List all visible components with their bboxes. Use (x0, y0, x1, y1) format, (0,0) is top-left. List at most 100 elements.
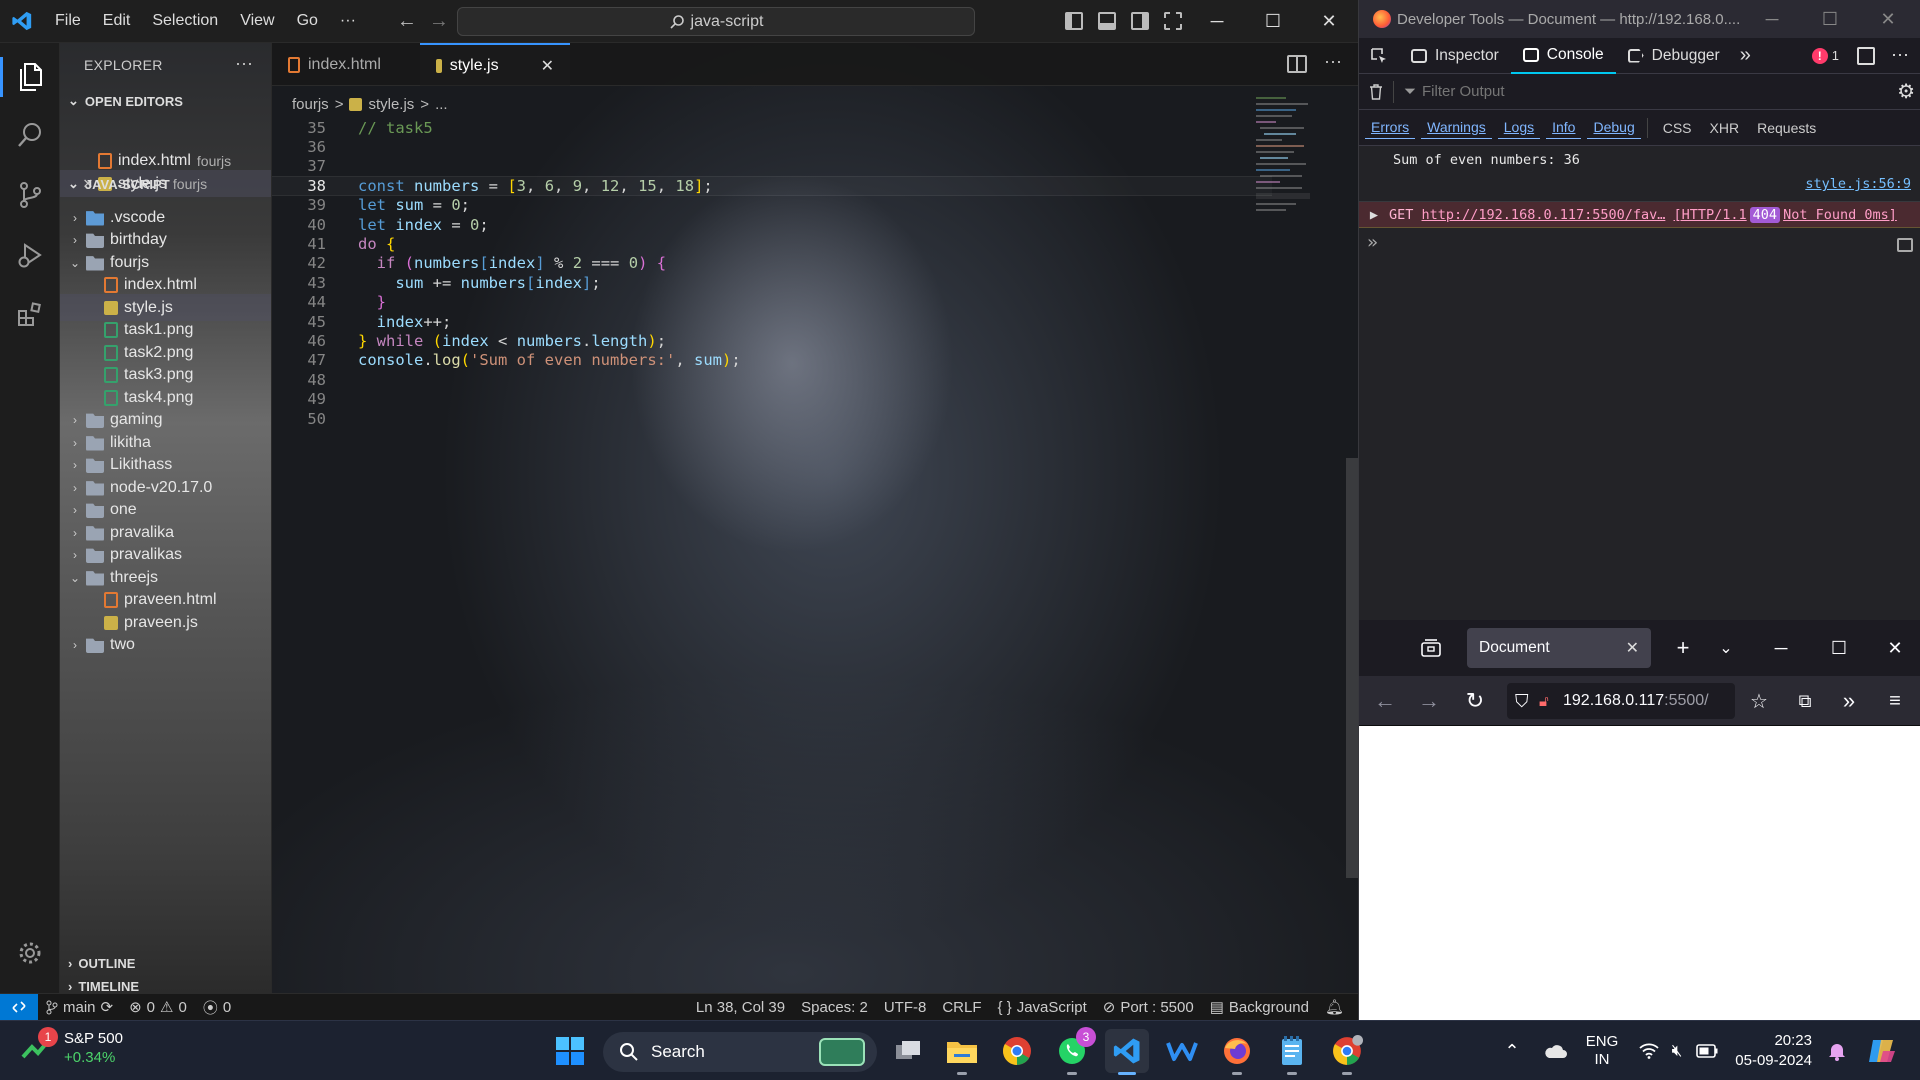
list-all-tabs-chevron-icon[interactable]: ⌄ (1706, 628, 1746, 668)
language-mode[interactable]: { } JavaScript (990, 999, 1095, 1016)
back-arrow-icon[interactable]: ← (391, 10, 423, 33)
tab-index-html[interactable]: index.html (272, 43, 420, 86)
console-error-message[interactable]: ▶ GET http://192.168.0.117:5500/fav… [HT… (1359, 202, 1920, 228)
expand-triangle-icon[interactable]: ▶ (1359, 207, 1389, 223)
chevron-right-icon[interactable]: › (68, 413, 82, 427)
start-button[interactable] (548, 1029, 592, 1073)
ports-indicator[interactable]: ⦿ 0 (195, 997, 239, 1018)
devtools-close-button[interactable]: ✕ (1859, 0, 1917, 38)
devtools-menu-button[interactable]: ⋯ (1891, 45, 1909, 66)
copilot-icon[interactable] (1862, 1021, 1902, 1080)
firefox-minimize-button[interactable]: ─ (1761, 628, 1801, 668)
extensions-icon[interactable] (0, 287, 60, 343)
breadcrumb-file[interactable]: style.js (368, 96, 414, 113)
reload-icon[interactable]: ↻ (1455, 681, 1495, 721)
forward-arrow-icon[interactable]: → (423, 10, 455, 33)
minimize-button[interactable]: ─ (1188, 0, 1246, 43)
command-center-search[interactable]: java-script (457, 7, 975, 36)
problems-indicator[interactable]: ⊗ 0 ⚠ 0 (121, 998, 195, 1017)
clock[interactable]: 20:23 05-09-2024 (1732, 1021, 1812, 1080)
volume-muted-icon[interactable]: 🔇︎ (1664, 1021, 1690, 1080)
remote-indicator-icon[interactable] (0, 993, 38, 1020)
chevron-right-icon[interactable]: › (68, 526, 82, 540)
devtools-maximize-button[interactable]: ☐ (1801, 0, 1859, 38)
taskbar-search-box[interactable]: Search (603, 1032, 877, 1072)
tracking-shield-icon[interactable]: ⛉ (1515, 691, 1529, 712)
code-line[interactable]: 42 if (numbers[index] % 2 === 0) { (272, 254, 1272, 273)
filter-logs[interactable]: Logs (1497, 116, 1541, 139)
code-line[interactable]: 36 (272, 137, 1272, 156)
browser-tab-document[interactable]: Document ✕ (1467, 628, 1651, 668)
notifications-bell-icon[interactable]: 🔔︎ (1317, 998, 1358, 1016)
back-arrow-icon[interactable]: ← (1365, 681, 1405, 721)
filter-output-input[interactable] (1422, 83, 1723, 100)
chrome-profile-icon[interactable] (1325, 1029, 1369, 1075)
bookmark-star-icon[interactable]: ☆ (1739, 681, 1779, 721)
chevron-down-icon[interactable]: ⌄ (68, 571, 82, 585)
more-tools-chevron-icon[interactable]: » (1829, 681, 1869, 721)
explorer-icon[interactable] (0, 49, 60, 105)
settings-gear-icon[interactable] (0, 925, 60, 981)
devtools-minimize-button[interactable]: ─ (1743, 0, 1801, 38)
filter-xhr[interactable]: XHR (1701, 117, 1749, 139)
more-tools-chevron-icon[interactable]: » (1732, 44, 1759, 67)
minimap[interactable] (1256, 93, 1318, 253)
hamburger-menu-icon[interactable]: ≡ (1875, 681, 1915, 721)
run-debug-icon[interactable] (0, 227, 60, 283)
chevron-right-icon[interactable]: › (68, 211, 82, 225)
battery-icon[interactable] (1694, 1021, 1720, 1080)
code-line[interactable]: 40 let index = 0; (272, 215, 1272, 234)
code-line[interactable]: 43 sum += numbers[index]; (272, 273, 1272, 292)
menu-more-button[interactable]: ··· (329, 0, 367, 43)
clear-console-trash-icon[interactable] (1359, 83, 1393, 100)
notepad-icon[interactable] (1270, 1029, 1314, 1075)
toggle-secondary-sidebar-icon[interactable] (1131, 12, 1149, 30)
chevron-down-icon[interactable]: ⌄ (68, 256, 82, 270)
firefox-close-button[interactable]: ✕ (1875, 628, 1915, 668)
code-line[interactable]: 44 } (272, 293, 1272, 312)
split-editor-icon[interactable] (1287, 55, 1307, 73)
close-tab-icon[interactable]: ✕ (1626, 638, 1639, 658)
background-extension[interactable]: ▤ Background (1202, 998, 1317, 1017)
dock-side-icon[interactable] (1857, 46, 1875, 65)
menu-edit[interactable]: Edit (92, 0, 142, 43)
code-line[interactable]: 50 (272, 409, 1272, 428)
customize-layout-icon[interactable] (1164, 12, 1182, 30)
menu-view[interactable]: View (229, 0, 285, 43)
code-line[interactable]: 41 do { (272, 234, 1272, 253)
tab-debugger[interactable]: Debugger (1616, 38, 1732, 74)
line-ending[interactable]: CRLF (934, 999, 989, 1016)
file-explorer-icon[interactable] (940, 1029, 984, 1075)
maximize-button[interactable]: ☐ (1244, 0, 1302, 43)
code-line[interactable]: 39 let sum = 0; (272, 196, 1272, 215)
error-count-badge[interactable]: ! 1 (1811, 47, 1839, 64)
code-line[interactable]: 49 (272, 390, 1272, 409)
extensions-puzzle-icon[interactable]: ⧉ (1785, 681, 1825, 721)
menu-file[interactable]: File (44, 0, 92, 43)
close-window-button[interactable]: ✕ (1300, 0, 1358, 43)
tab-console[interactable]: Console (1510, 38, 1616, 74)
explorer-more-actions-button[interactable]: ··· (235, 53, 253, 74)
element-picker-icon[interactable] (1359, 47, 1399, 65)
wifi-icon[interactable] (1636, 1021, 1662, 1080)
tab-style-js[interactable]: style.js ✕ (420, 43, 570, 86)
show-hidden-icons-chevron-icon[interactable]: ⌃ (1500, 1021, 1524, 1080)
console-input-prompt-icon[interactable]: » (1367, 232, 1378, 253)
code-line[interactable]: 38 const numbers = [3, 6, 9, 12, 15, 18]; (272, 176, 1272, 196)
menu-go[interactable]: Go (286, 0, 329, 43)
filter-warnings[interactable]: Warnings (1421, 116, 1492, 139)
workspace-section[interactable]: ⌄ JAVA-SCRIPT (60, 172, 271, 196)
whatsapp-icon[interactable]: 3 (1050, 1027, 1096, 1075)
chevron-right-icon[interactable]: › (68, 458, 82, 472)
chevron-right-icon[interactable]: › (68, 233, 82, 247)
chevron-right-icon[interactable]: › (68, 436, 82, 450)
sync-icon[interactable]: ⟳ (101, 998, 114, 1016)
tree-folder[interactable]: › two (60, 632, 271, 659)
url-bar[interactable]: ⛉ 🔓︎ 192.168.0.117:5500/ (1507, 683, 1735, 719)
open-editors-section[interactable]: ⌄ OPEN EDITORS (60, 89, 271, 113)
source-control-icon[interactable] (0, 167, 60, 223)
firefox-view-icon[interactable] (1411, 628, 1451, 668)
timeline-section[interactable]: › TIMELINE (60, 974, 271, 994)
code-line[interactable]: 47 console.log('Sum of even numbers:', su… (272, 351, 1272, 370)
code-line[interactable]: 48 (272, 370, 1272, 389)
